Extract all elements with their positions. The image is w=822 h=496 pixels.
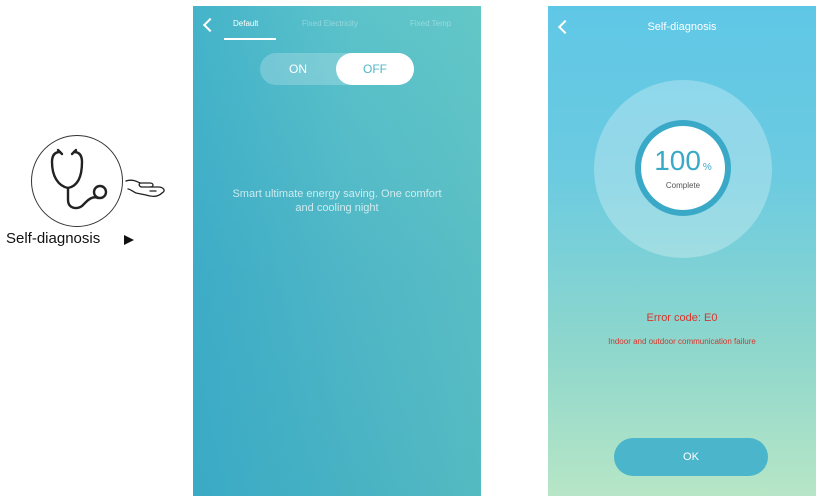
active-tab-indicator — [224, 38, 276, 40]
progress-unit: % — [702, 162, 712, 173]
back-chevron-icon[interactable] — [202, 17, 218, 33]
toggle-on-option[interactable]: ON — [260, 53, 336, 85]
mode-description: Smart ultimate energy saving. One comfor… — [232, 188, 442, 214]
error-code: Error code: E0 — [646, 312, 718, 324]
toggle-off-option[interactable]: OFF — [336, 53, 414, 85]
page-title: Self-diagnosis — [647, 21, 717, 33]
cursor-arrow-icon — [124, 235, 134, 245]
error-message: Indoor and outdoor communication failure — [608, 337, 756, 346]
ok-button[interactable]: OK — [614, 438, 768, 476]
hand-pointer-icon — [125, 179, 165, 197]
self-diagnosis-illustration: Self-diagnosis — [0, 0, 190, 496]
tab-fixed-electricity[interactable]: Fixed Electricity — [302, 19, 358, 28]
progress-percentage: 100% — [635, 145, 731, 177]
self-diagnosis-screen: Self-diagnosis 100% Complete Error code:… — [548, 6, 816, 496]
mode-screen: Default Fixed Electricity Fixed Temp ON … — [193, 6, 481, 496]
self-diagnosis-label: Self-diagnosis — [6, 230, 101, 247]
tab-fixed-temp[interactable]: Fixed Temp — [410, 19, 451, 28]
progress-value: 100 — [654, 145, 701, 176]
stethoscope-icon — [50, 148, 108, 210]
progress-label: Complete — [665, 181, 701, 190]
self-diagnosis-button[interactable] — [31, 135, 123, 227]
on-off-toggle[interactable]: ON OFF — [260, 53, 414, 85]
tab-default[interactable]: Default — [233, 19, 258, 28]
